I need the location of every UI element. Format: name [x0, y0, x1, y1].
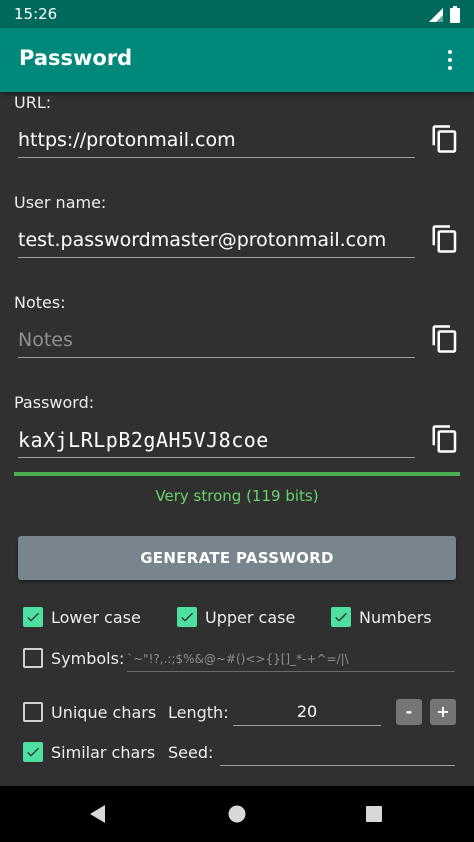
symbols-label: Symbols: [51, 649, 125, 668]
unique-chars-checkbox[interactable] [23, 702, 43, 722]
password-label: Password: [14, 393, 95, 412]
notes-label: Notes: [14, 293, 66, 312]
overflow-menu-icon[interactable] [438, 46, 462, 74]
upper-case-label: Upper case [205, 608, 296, 627]
battery-icon [450, 6, 460, 23]
home-button[interactable] [207, 786, 267, 842]
upper-case-checkbox[interactable] [177, 607, 197, 627]
lower-case-checkbox[interactable] [23, 607, 43, 627]
url-input[interactable] [18, 118, 415, 158]
numbers-checkbox[interactable] [331, 607, 351, 627]
length-increment-button[interactable]: + [430, 699, 456, 725]
copy-notes-icon[interactable] [430, 324, 460, 354]
checkmark-icon [335, 612, 347, 622]
recents-square-icon [366, 806, 382, 822]
url-label: URL: [14, 93, 52, 112]
copy-url-icon[interactable] [430, 124, 460, 154]
strength-text: Very strong (119 bits) [155, 487, 319, 505]
checkmark-icon [27, 612, 39, 622]
back-button[interactable] [68, 786, 128, 842]
length-label: Length: [168, 703, 229, 722]
generate-password-button[interactable]: GENERATE PASSWORD [18, 536, 456, 580]
home-circle-icon [228, 805, 246, 823]
numbers-label: Numbers [359, 608, 432, 627]
symbols-input[interactable] [127, 646, 455, 672]
checkmark-icon [181, 612, 193, 622]
checkmark-icon [27, 747, 39, 757]
similar-chars-checkbox[interactable] [23, 742, 43, 762]
strength-bar [14, 472, 460, 476]
signal-icon [429, 7, 443, 22]
symbols-checkbox[interactable] [23, 648, 43, 668]
password-input[interactable] [18, 418, 415, 458]
status-icons [428, 6, 460, 23]
app-bar: Password [0, 28, 474, 92]
length-input[interactable] [233, 698, 381, 726]
copy-username-icon[interactable] [430, 224, 460, 254]
copy-password-icon[interactable] [430, 424, 460, 454]
lower-case-label: Lower case [51, 608, 141, 627]
page-title: Password [19, 46, 133, 70]
status-bar: 15:26 [0, 0, 474, 28]
seed-label: Seed: [168, 743, 214, 762]
similar-chars-label: Similar chars [51, 743, 156, 762]
username-input[interactable] [18, 218, 415, 258]
back-triangle-icon [90, 805, 105, 823]
system-nav-bar [0, 786, 474, 842]
notes-input[interactable] [18, 318, 415, 358]
recents-button[interactable] [344, 786, 404, 842]
length-decrement-button[interactable]: - [396, 699, 422, 725]
seed-input[interactable] [220, 738, 455, 766]
unique-chars-label: Unique chars [51, 703, 157, 722]
status-time: 15:26 [14, 5, 58, 23]
username-label: User name: [14, 193, 107, 212]
